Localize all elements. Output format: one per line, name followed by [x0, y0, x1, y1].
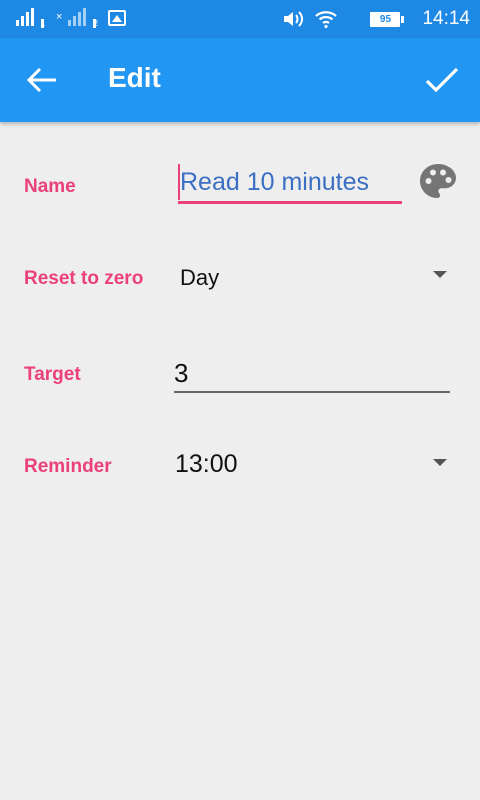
page-title: Edit: [108, 62, 161, 93]
target-label: Target: [24, 364, 81, 385]
target-input-value[interactable]: 3: [174, 358, 188, 389]
target-input-underline[interactable]: [174, 391, 450, 393]
reset-dropdown-arrow-icon[interactable]: [433, 271, 447, 278]
reminder-dropdown-arrow-icon[interactable]: [433, 459, 447, 466]
status-left: 1 × 2: [16, 8, 127, 28]
status-right: 95 14:14: [282, 8, 470, 30]
sim1-label: 1: [41, 19, 46, 28]
name-label: Name: [24, 176, 76, 197]
status-time: 14:14: [422, 8, 470, 29]
wifi-icon: [315, 11, 338, 29]
back-arrow-icon[interactable]: [24, 64, 60, 96]
name-input-value: Read 10 minutes: [180, 168, 370, 196]
sim2-label: 2: [93, 19, 98, 28]
image-notification-icon: [108, 10, 127, 26]
reset-to-zero-value[interactable]: Day: [180, 265, 219, 291]
reminder-value[interactable]: 13:00: [175, 450, 238, 479]
volume-icon: [284, 11, 304, 27]
battery-level: 95: [379, 13, 392, 25]
status-bar: 1 × 2 95 14:14: [0, 0, 480, 38]
signal-sim2-icon: 2: [68, 8, 98, 28]
name-input[interactable]: Read 10 minutes: [178, 164, 402, 204]
no-service-x-icon: ×: [56, 11, 63, 23]
app-bar: Edit: [0, 38, 480, 122]
reminder-label: Reminder: [24, 456, 112, 477]
palette-icon[interactable]: [418, 162, 458, 200]
signal-sim1-icon: 1: [16, 8, 45, 28]
save-checkmark-icon[interactable]: [422, 62, 462, 98]
reset-to-zero-label: Reset to zero: [24, 268, 144, 289]
battery-icon: 95: [370, 11, 405, 27]
